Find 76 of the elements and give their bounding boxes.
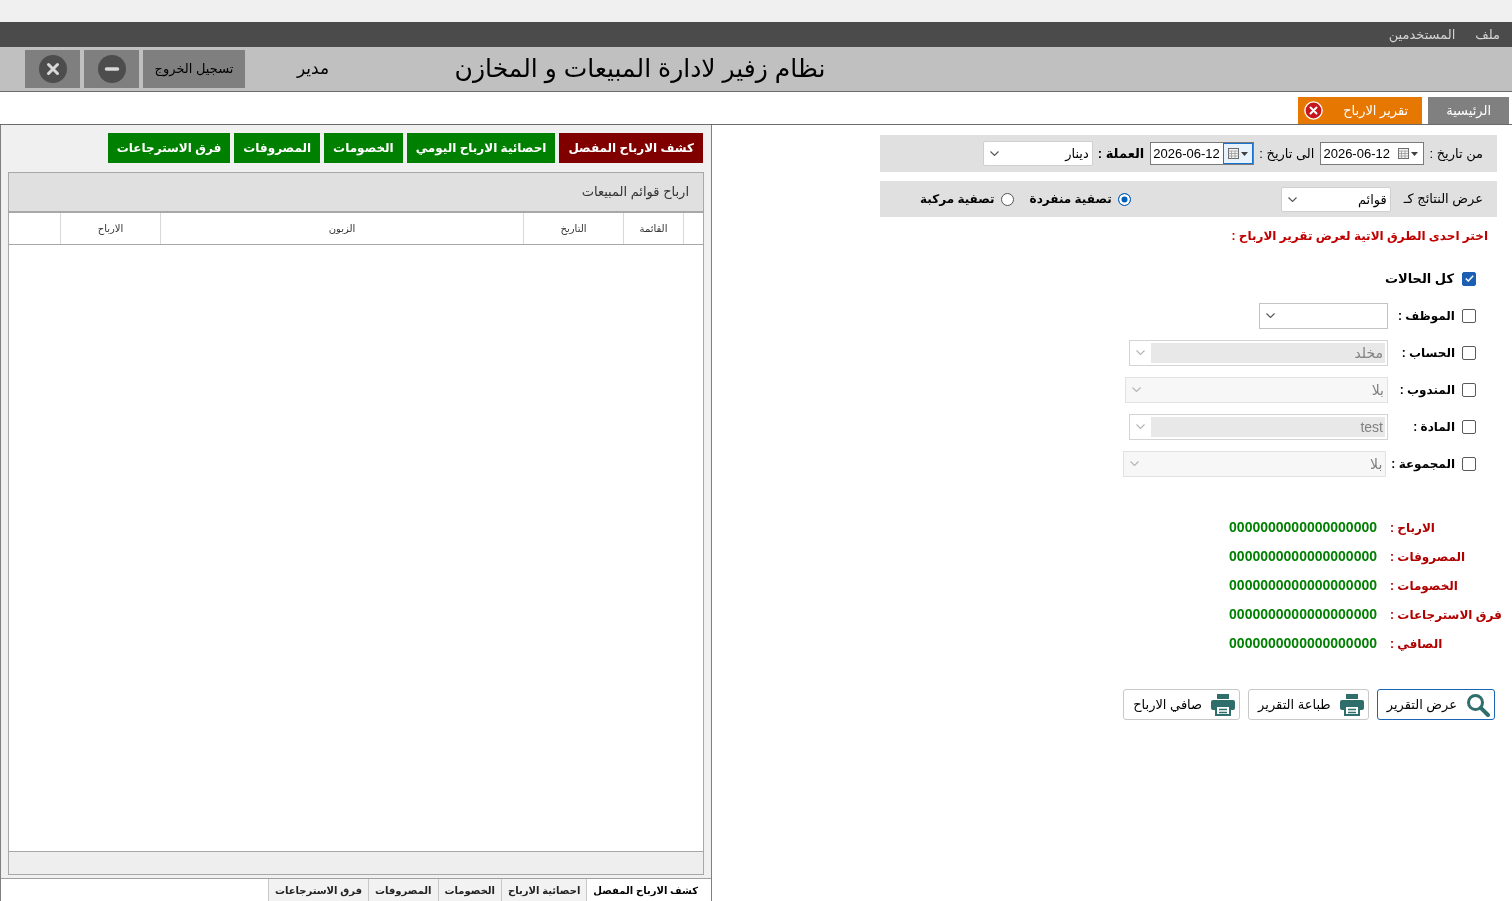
summary-label: الخصومات : bbox=[1390, 577, 1458, 595]
field-label: العملة : bbox=[1097, 144, 1145, 163]
calendar-button[interactable] bbox=[1223, 143, 1254, 164]
bottom-tab[interactable]: المصروفات bbox=[368, 879, 438, 901]
bottom-tab[interactable]: الخصومات bbox=[437, 879, 502, 901]
radio-label[interactable]: تصفية منفردة bbox=[1029, 190, 1112, 208]
printer-icon bbox=[1339, 693, 1364, 716]
app-title: نظام زفير لادارة المبيعات و المخازن bbox=[454, 53, 826, 86]
summary-value: 0000000000000000000 bbox=[1229, 576, 1377, 595]
bottom-tab[interactable]: احصائية الارباح bbox=[501, 879, 587, 901]
report-tab[interactable]: الخصومات bbox=[324, 133, 403, 163]
search-button[interactable]: عرض التقرير bbox=[1376, 689, 1495, 720]
checkbox[interactable] bbox=[1462, 271, 1476, 286]
summary-value: 0000000000000000000 bbox=[1229, 605, 1377, 624]
report-tab[interactable]: المصروفات bbox=[234, 133, 321, 163]
panel-title: ارباح قوائم المبيعات bbox=[581, 183, 689, 202]
logout-button[interactable]: تسجيل الخروج bbox=[143, 50, 245, 88]
calendar-icon bbox=[1398, 148, 1410, 159]
column-header: الارباح bbox=[97, 222, 124, 236]
chevron-icon bbox=[1266, 313, 1275, 318]
checkbox-label: كل الحالات bbox=[1384, 269, 1454, 288]
summary-label: المصروفات : bbox=[1390, 548, 1466, 566]
caret-icon bbox=[1241, 151, 1249, 156]
select-field[interactable]: قوائم bbox=[1280, 186, 1391, 212]
chevron-icon bbox=[1136, 424, 1145, 429]
field-label: عرض النتائج كـ bbox=[1403, 190, 1483, 209]
caret-icon bbox=[1411, 151, 1419, 156]
summary-value: 0000000000000000000 bbox=[1229, 547, 1377, 566]
radio-button[interactable] bbox=[1117, 192, 1131, 206]
column-header: التاريخ bbox=[560, 222, 587, 236]
field-label: الى تاريخ : bbox=[1259, 144, 1315, 164]
radio-button[interactable] bbox=[1000, 192, 1014, 206]
close-icon bbox=[38, 55, 67, 83]
summary-label: فرق الاسترجاعات : bbox=[1390, 606, 1502, 624]
field-label: المادة : bbox=[1413, 418, 1455, 436]
menu-item[interactable]: المستخدمين bbox=[1388, 24, 1456, 45]
select-field[interactable]: دينار bbox=[982, 141, 1093, 166]
field-label: الحساب : bbox=[1401, 344, 1455, 362]
minus-icon bbox=[97, 55, 126, 83]
summary-value: 0000000000000000000 bbox=[1229, 634, 1377, 653]
user-name: مدير bbox=[296, 58, 330, 81]
column-header: القائمة bbox=[639, 222, 668, 236]
chevron-icon bbox=[989, 151, 999, 156]
report-tab[interactable]: احصائية الارباح اليومي bbox=[406, 133, 556, 163]
date-field[interactable]: 2026-06-12 bbox=[1320, 142, 1425, 165]
print-button[interactable]: طباعة التقرير bbox=[1248, 689, 1369, 720]
print-button[interactable]: صافي الارباح bbox=[1123, 689, 1241, 720]
summary-label: الصافي : bbox=[1390, 635, 1443, 653]
dropdown-field[interactable] bbox=[1259, 302, 1388, 329]
chevron-icon bbox=[1130, 461, 1140, 466]
instruction-text: اختر احدى الطرق الاتية لعرض تقرير الارباح : bbox=[1231, 228, 1488, 245]
close-button[interactable] bbox=[25, 50, 80, 88]
field-label: الموظف : bbox=[1397, 307, 1455, 325]
radio-label[interactable]: تصفية مركبة bbox=[920, 190, 995, 208]
summary-value: 0000000000000000000 bbox=[1229, 518, 1377, 537]
chevron-icon bbox=[1287, 196, 1297, 202]
menu-item[interactable]: ملف bbox=[1475, 24, 1500, 45]
minimize-button[interactable] bbox=[84, 50, 139, 88]
field-label: المجموعة : bbox=[1391, 455, 1455, 473]
field-label: من تاريخ : bbox=[1429, 144, 1483, 164]
chevron-icon bbox=[1136, 350, 1145, 355]
column-header: الزبون bbox=[328, 222, 356, 236]
tab[interactable]: الرئيسية bbox=[1428, 97, 1509, 124]
checkbox[interactable] bbox=[1462, 308, 1476, 323]
summary-label: الارباح : bbox=[1390, 519, 1435, 537]
report-tab[interactable]: فرق الاسترجاعات bbox=[107, 133, 231, 163]
printer-icon bbox=[1211, 693, 1236, 716]
calendar-icon bbox=[1228, 148, 1240, 159]
date-field[interactable]: 2026-06-12 bbox=[1150, 142, 1255, 165]
bottom-tab[interactable]: فرق الاسترجاعات bbox=[267, 879, 368, 901]
close-icon[interactable] bbox=[1304, 101, 1324, 120]
check-icon bbox=[1464, 275, 1474, 282]
search-icon bbox=[1466, 692, 1490, 717]
report-tab[interactable]: كشف الارباح المفصل bbox=[559, 133, 703, 163]
chevron-icon bbox=[1132, 387, 1141, 392]
field-label: المندوب : bbox=[1399, 381, 1455, 399]
